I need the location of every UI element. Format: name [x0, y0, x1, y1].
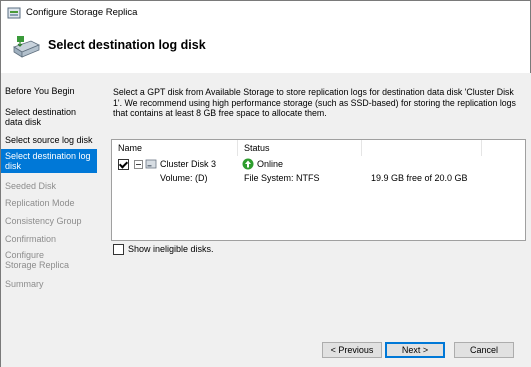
nav-step-summary: Summary	[5, 279, 44, 289]
nav-step-seeded-disk: Seeded Disk	[5, 181, 57, 191]
title-bar: Configure Storage Replica	[1, 1, 530, 25]
disk-select-checkbox[interactable]	[118, 159, 129, 170]
collapse-icon[interactable]	[134, 160, 143, 169]
disk-list[interactable]: Name Status Cluster Disk 3 Online Volume…	[111, 139, 526, 241]
storage-drive-icon	[13, 36, 40, 58]
column-header-status[interactable]: Status	[238, 140, 362, 156]
nav-step-before-you-begin[interactable]: Before You Begin	[1, 84, 97, 98]
nav-step-confirmation: Confirmation	[5, 234, 57, 244]
disk-row[interactable]: Cluster Disk 3 Online	[112, 157, 525, 171]
disk-name: Cluster Disk 3	[160, 159, 217, 169]
configure-storage-replica-window: Configure Storage Replica Select destina…	[0, 0, 531, 367]
nav-step-consistency-group: Consistency Group	[5, 216, 82, 226]
column-header-name[interactable]: Name	[112, 140, 238, 156]
next-button[interactable]: Next >	[385, 342, 445, 358]
column-header-blank	[362, 140, 482, 156]
online-arrow-icon	[242, 158, 254, 170]
disk-icon	[145, 159, 157, 169]
wizard-content: Select a GPT disk from Available Storage…	[97, 73, 531, 367]
page-title: Select destination log disk	[48, 38, 206, 52]
disk-filesystem: File System: NTFS	[244, 173, 320, 183]
show-ineligible-checkbox[interactable]	[113, 244, 124, 255]
disk-free-space: 19.9 GB free of 20.0 GB	[371, 173, 468, 183]
disk-volume: Volume: (D)	[160, 173, 208, 183]
instructions-text: Select a GPT disk from Available Storage…	[113, 87, 516, 118]
window-title: Configure Storage Replica	[26, 7, 138, 18]
nav-step-select-destination-log-disk[interactable]: Select destination log disk	[1, 149, 97, 173]
nav-step-select-source-log-disk[interactable]: Select source log disk	[1, 133, 97, 147]
disk-volume-row: Volume: (D) File System: NTFS 19.9 GB fr…	[112, 171, 525, 185]
cancel-button[interactable]: Cancel	[454, 342, 514, 358]
list-header: Name Status	[112, 140, 525, 156]
show-ineligible-label: Show ineligible disks.	[128, 244, 214, 254]
wizard-steps-nav: Before You Begin Select destination data…	[1, 73, 98, 367]
nav-step-replication-mode: Replication Mode	[5, 198, 75, 208]
disk-status: Online	[257, 159, 284, 169]
nav-step-select-destination-data-disk[interactable]: Select destination data disk	[1, 105, 97, 129]
storage-replica-icon	[7, 7, 21, 19]
nav-step-configure-storage-replica: Configure Storage Replica	[5, 250, 70, 270]
previous-button[interactable]: < Previous	[322, 342, 382, 358]
wizard-header: Select destination log disk	[1, 25, 530, 73]
